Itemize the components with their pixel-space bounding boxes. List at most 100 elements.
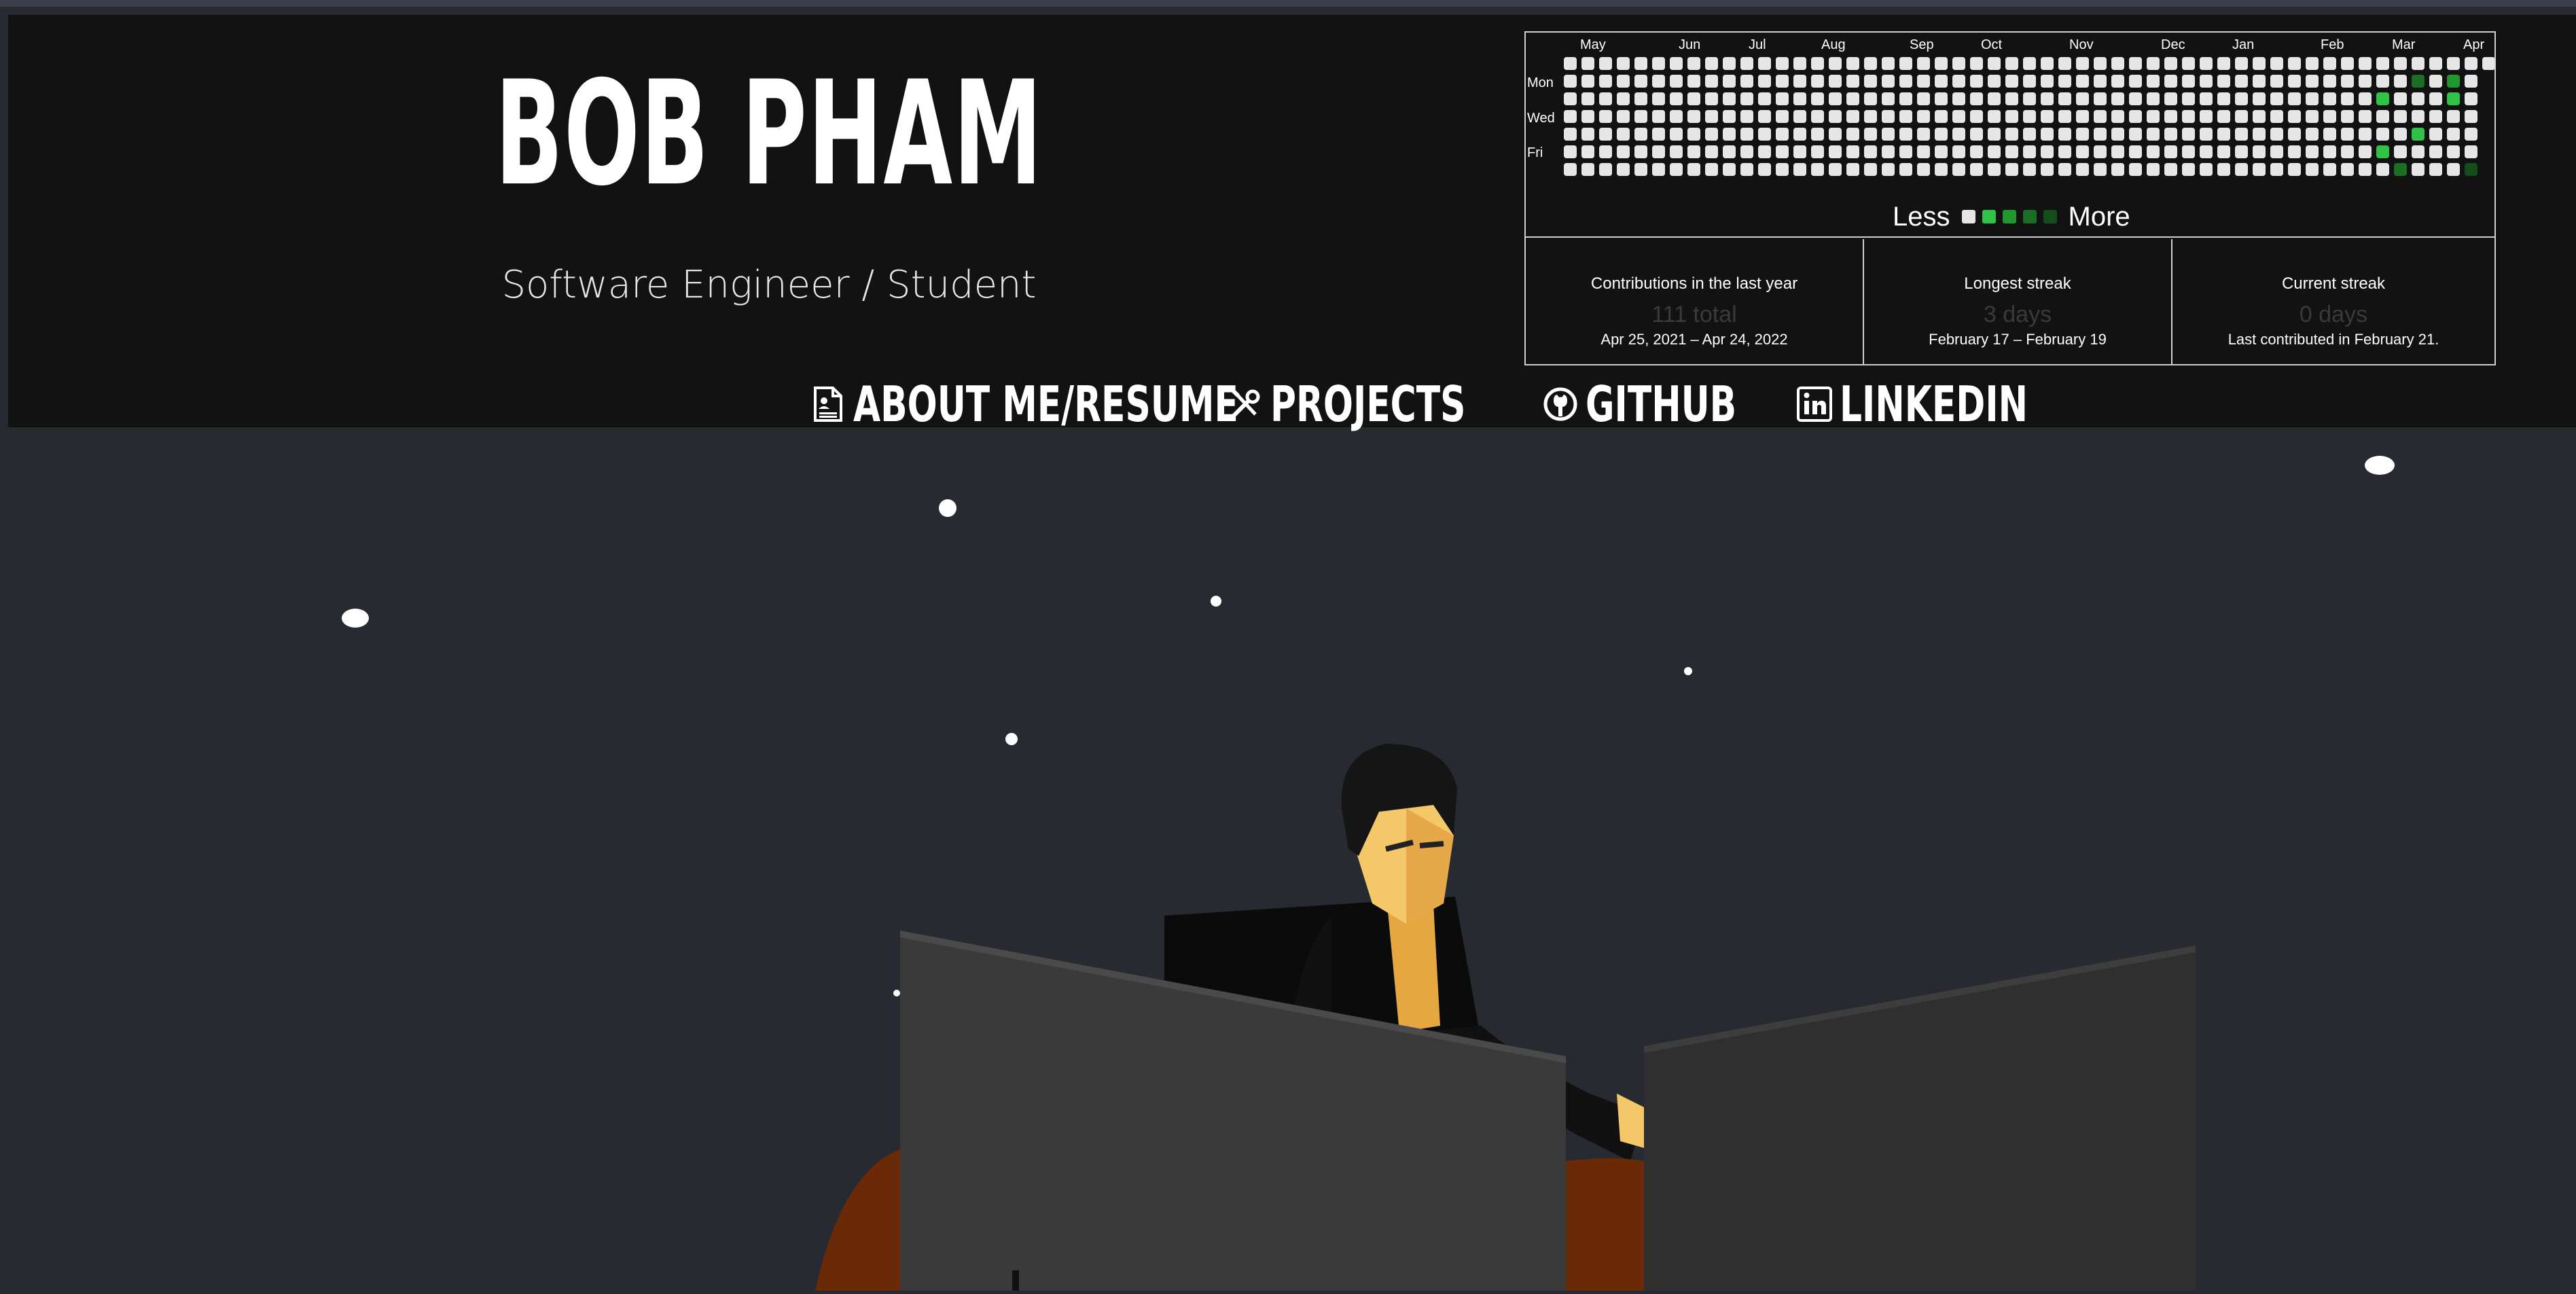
contribution-day[interactable] — [2465, 92, 2477, 105]
contribution-day[interactable] — [2465, 110, 2477, 123]
contribution-day[interactable] — [1899, 128, 1912, 141]
contribution-day[interactable] — [2164, 128, 2177, 141]
contribution-day[interactable] — [2200, 128, 2213, 141]
contribution-day[interactable] — [1740, 128, 1753, 141]
contribution-day[interactable] — [1970, 145, 1983, 158]
contribution-day[interactable] — [1952, 145, 1965, 158]
contribution-day[interactable] — [2129, 75, 2142, 88]
contribution-day[interactable] — [2412, 128, 2425, 141]
contribution-day[interactable] — [1988, 92, 2001, 105]
contribution-day[interactable] — [1617, 110, 1630, 123]
contribution-day[interactable] — [1581, 57, 1594, 70]
contribution-day[interactable] — [2394, 110, 2407, 123]
contribution-day[interactable] — [2412, 57, 2425, 70]
contribution-day[interactable] — [2447, 92, 2460, 105]
contribution-day[interactable] — [1687, 145, 1700, 158]
contribution-day[interactable] — [1617, 163, 1630, 176]
contribution-day[interactable] — [1864, 145, 1877, 158]
contribution-day[interactable] — [1599, 145, 1612, 158]
contribution-day[interactable] — [1740, 75, 1753, 88]
contribution-day[interactable] — [2235, 57, 2248, 70]
contribution-day[interactable] — [1670, 145, 1683, 158]
contribution-day[interactable] — [1617, 128, 1630, 141]
contribution-day[interactable] — [2288, 92, 2301, 105]
contribution-day[interactable] — [2323, 110, 2336, 123]
contribution-day[interactable] — [2341, 163, 2354, 176]
contribution-day[interactable] — [1740, 145, 1753, 158]
contribution-day[interactable] — [2005, 110, 2018, 123]
contribution-day[interactable] — [1776, 163, 1789, 176]
contribution-day[interactable] — [2253, 110, 2266, 123]
contribution-day[interactable] — [1988, 75, 2001, 88]
contribution-day[interactable] — [1687, 163, 1700, 176]
contribution-day[interactable] — [2306, 75, 2319, 88]
contribution-day[interactable] — [2341, 92, 2354, 105]
contribution-day[interactable] — [2270, 128, 2283, 141]
contribution-day[interactable] — [2253, 145, 2266, 158]
contribution-day[interactable] — [1634, 128, 1647, 141]
contribution-day[interactable] — [2359, 163, 2372, 176]
contribution-day[interactable] — [1617, 75, 1630, 88]
contribution-day[interactable] — [1670, 92, 1683, 105]
contribution-day[interactable] — [2447, 57, 2460, 70]
contribution-day[interactable] — [2129, 128, 2142, 141]
contribution-day[interactable] — [1793, 110, 1806, 123]
contribution-day[interactable] — [1846, 163, 1859, 176]
contribution-day[interactable] — [2076, 163, 2089, 176]
contribution-day[interactable] — [2323, 128, 2336, 141]
contribution-day[interactable] — [1652, 57, 1665, 70]
contribution-day[interactable] — [2306, 110, 2319, 123]
contribution-day[interactable] — [1687, 57, 1700, 70]
contribution-day[interactable] — [1793, 163, 1806, 176]
contribution-day[interactable] — [2200, 110, 2213, 123]
contribution-day[interactable] — [1952, 92, 1965, 105]
contribution-day[interactable] — [2076, 128, 2089, 141]
contribution-day[interactable] — [1634, 92, 1647, 105]
contribution-day[interactable] — [2306, 128, 2319, 141]
contribution-day[interactable] — [2111, 92, 2124, 105]
contribution-day[interactable] — [2429, 57, 2442, 70]
contribution-day[interactable] — [2217, 57, 2230, 70]
contribution-day[interactable] — [2288, 163, 2301, 176]
nav-linkedin-link[interactable]: LINKEDIN — [1796, 376, 2043, 433]
contribution-day[interactable] — [1705, 57, 1718, 70]
contribution-day[interactable] — [2094, 145, 2107, 158]
contribution-day[interactable] — [2306, 145, 2319, 158]
contribution-day[interactable] — [2429, 92, 2442, 105]
contribution-day[interactable] — [1634, 163, 1647, 176]
contribution-day[interactable] — [1599, 128, 1612, 141]
nav-projects-link[interactable]: PROJECTS — [1227, 376, 1495, 433]
contribution-day[interactable] — [1829, 145, 1842, 158]
contribution-day[interactable] — [2041, 75, 2054, 88]
contribution-day[interactable] — [2306, 57, 2319, 70]
contribution-day[interactable] — [1581, 163, 1594, 176]
contribution-day[interactable] — [1899, 163, 1912, 176]
contribution-day[interactable] — [2412, 163, 2425, 176]
contribution-day[interactable] — [2111, 57, 2124, 70]
contribution-day[interactable] — [2200, 145, 2213, 158]
contribution-day[interactable] — [2465, 75, 2477, 88]
contribution-day[interactable] — [1705, 128, 1718, 141]
contribution-day[interactable] — [2005, 92, 2018, 105]
contribution-day[interactable] — [2323, 57, 2336, 70]
contribution-day[interactable] — [2359, 92, 2372, 105]
contribution-day[interactable] — [1988, 110, 2001, 123]
contribution-day[interactable] — [1634, 75, 1647, 88]
contribution-day[interactable] — [1846, 128, 1859, 141]
contribution-day[interactable] — [1811, 92, 1824, 105]
contribution-day[interactable] — [2005, 75, 2018, 88]
contribution-day[interactable] — [2164, 145, 2177, 158]
contribution-day[interactable] — [1670, 128, 1683, 141]
contribution-day[interactable] — [2023, 110, 2036, 123]
contribution-day[interactable] — [1740, 57, 1753, 70]
contribution-day[interactable] — [2235, 128, 2248, 141]
contribution-day[interactable] — [2164, 75, 2177, 88]
contribution-day[interactable] — [1652, 128, 1665, 141]
contribution-day[interactable] — [1652, 75, 1665, 88]
contribution-day[interactable] — [2058, 92, 2071, 105]
contribution-day[interactable] — [1564, 128, 1577, 141]
contribution-day[interactable] — [1599, 110, 1612, 123]
contribution-day[interactable] — [2200, 75, 2213, 88]
contribution-day[interactable] — [1846, 92, 1859, 105]
contribution-day[interactable] — [2235, 145, 2248, 158]
